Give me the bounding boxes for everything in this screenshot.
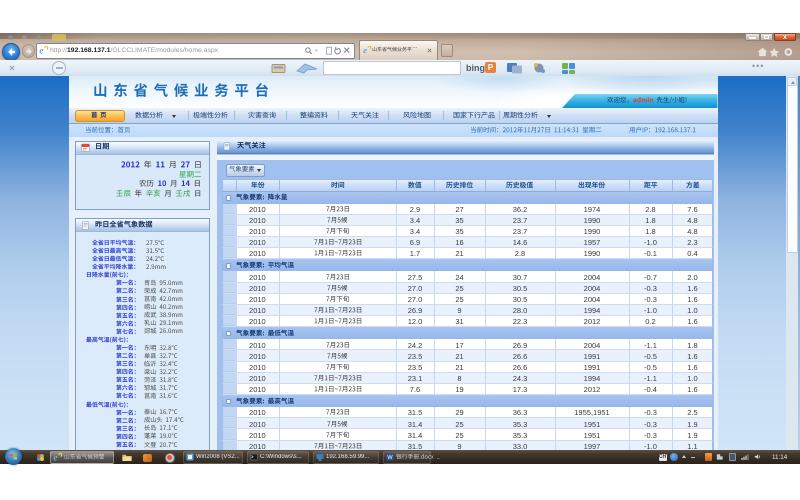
svg-text:e: e — [53, 452, 57, 462]
svg-text:W: W — [387, 455, 393, 461]
svg-text:e: e — [39, 45, 43, 55]
svg-text:e: e — [363, 45, 367, 54]
